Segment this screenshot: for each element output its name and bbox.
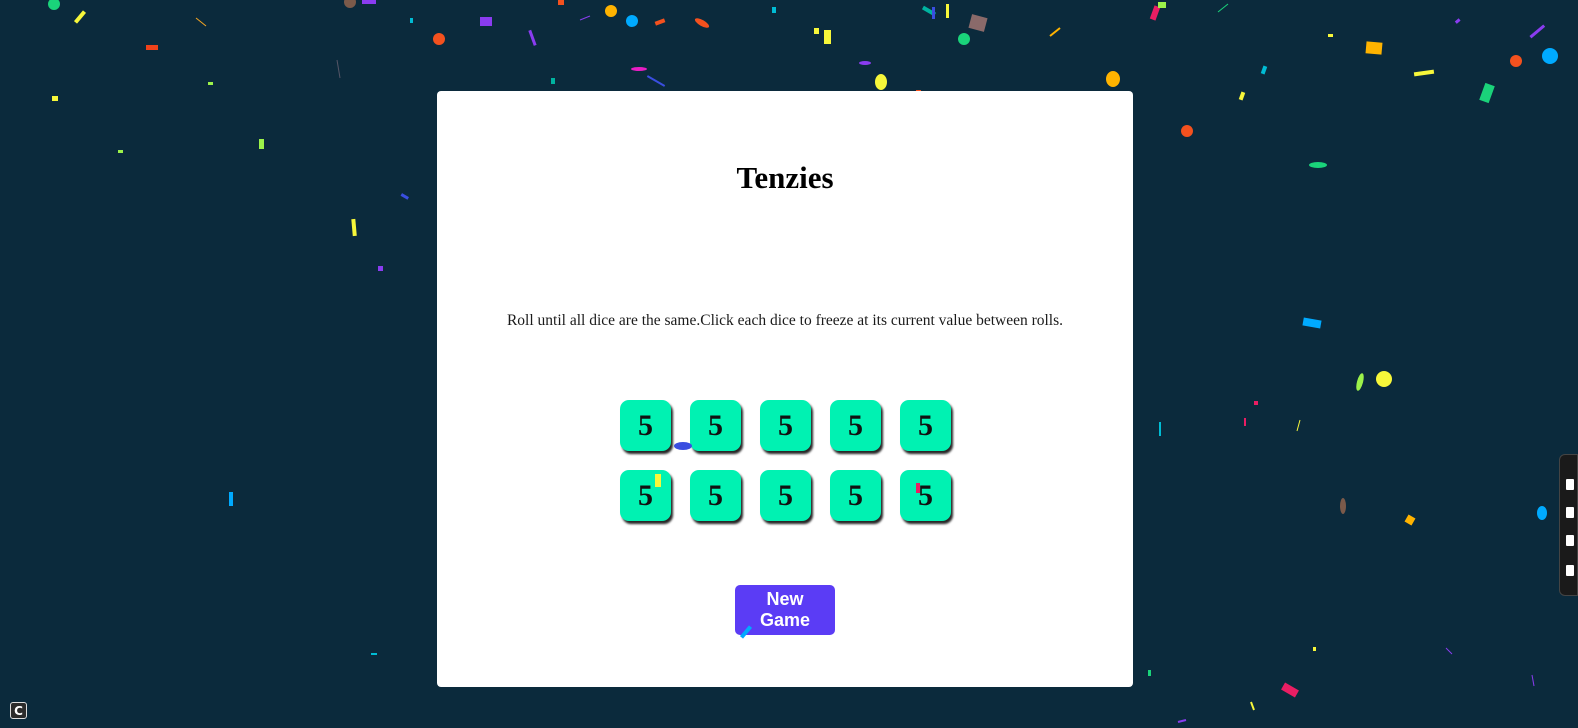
panel-icon (1566, 479, 1574, 490)
die[interactable]: 5 (900, 400, 951, 451)
page-title: Tenzies (736, 160, 834, 195)
instructions-text: Roll until all dice are the same.Click e… (506, 312, 1064, 329)
die[interactable]: 5 (690, 470, 741, 521)
die[interactable]: 5 (620, 470, 671, 521)
die[interactable]: 5 (830, 400, 881, 451)
side-panel-tab[interactable] (1559, 454, 1578, 596)
die[interactable]: 5 (760, 470, 811, 521)
game-card: Tenzies Roll until all dice are the same… (437, 91, 1133, 687)
die[interactable]: 5 (900, 470, 951, 521)
die[interactable]: 5 (690, 400, 741, 451)
page: Tenzies Roll until all dice are the same… (0, 0, 1578, 728)
panel-icon (1566, 535, 1574, 546)
new-game-button[interactable]: New Game (735, 585, 835, 635)
die[interactable]: 5 (760, 400, 811, 451)
panel-icon (1566, 507, 1574, 518)
die[interactable]: 5 (620, 400, 671, 451)
panel-icon (1566, 565, 1574, 576)
dice-grid: 5 5 5 5 5 5 5 5 5 5 (620, 400, 951, 521)
corner-c-icon[interactable]: C (10, 702, 27, 719)
die[interactable]: 5 (830, 470, 881, 521)
